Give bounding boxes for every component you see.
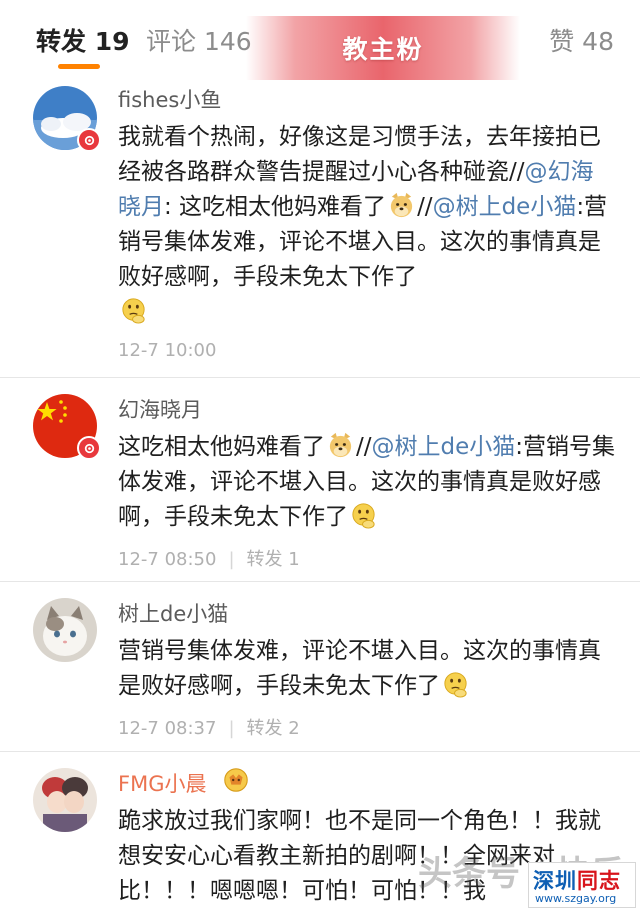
site-logo: 深圳同志 www.szgay.org	[528, 862, 636, 908]
logo-text: 深圳同志	[533, 865, 621, 895]
logo-text-blue: 深圳	[533, 869, 577, 893]
white-cat-avatar[interactable]	[33, 598, 97, 662]
thinking-emoji-icon	[444, 672, 467, 698]
repost-text: 这吃相太他妈难看了 //@树上de小猫:营销号集体发难，评论不堪入目。这次的事情…	[118, 430, 616, 535]
text-segment: 营销号集体发难，评论不堪入目。这次的事情真是败好感啊，手段未免太下作了	[118, 638, 601, 699]
active-tab-indicator	[58, 64, 100, 69]
fan-badge-icon	[224, 768, 248, 792]
tab-reposts[interactable]: 转发 19	[36, 22, 130, 58]
tab-comments[interactable]: 评论 146	[146, 22, 252, 58]
repost-meta: 12-7 10:00	[118, 340, 216, 361]
fan-tag-label: 教主粉	[342, 35, 424, 64]
username[interactable]: fishes小鱼	[118, 84, 221, 114]
mention-link[interactable]: @树上de小猫	[372, 434, 516, 460]
verified-badge-icon	[77, 128, 101, 152]
repost-text: 营销号集体发难，评论不堪入目。这次的事情真是败好感啊，手段未免太下作了	[118, 634, 616, 704]
repost-count-button[interactable]: 转发 1	[247, 549, 300, 570]
repost-text: 我就看个热闹，好像这是习惯手法，去年接拍已经被各路群众警告提醒过小心各种碰瓷//…	[118, 120, 616, 330]
repost-item[interactable]: 幻海晓月 这吃相太他妈难看了 //@树上de小猫:营销号集体发难，评论不堪入目。…	[0, 378, 640, 582]
username[interactable]: 幻海晓月	[118, 394, 202, 424]
meta-divider: |	[228, 549, 235, 570]
text-segment: 这吃相太他妈难看了	[118, 434, 325, 460]
timestamp: 12-7 10:00	[118, 340, 217, 361]
logo-url: www.szgay.org	[535, 892, 617, 905]
text-segment: : 这吃相太他妈难看了	[164, 194, 387, 220]
timestamp: 12-7 08:37	[118, 718, 217, 739]
fan-tag-banner: 教主粉	[246, 16, 520, 80]
repost-meta: 12-7 08:37 | 转发 2	[118, 714, 300, 740]
tab-likes[interactable]: 赞 48	[549, 22, 614, 58]
repost-tabs-bar: 转发 19 评论 146 教主粉 赞 48	[0, 0, 640, 80]
doge-emoji-icon	[390, 192, 413, 218]
repost-item[interactable]: 树上de小猫 营销号集体发难，评论不堪入目。这次的事情真是败好感啊，手段未免太下…	[0, 582, 640, 752]
mention-link[interactable]: @树上de小猫	[433, 194, 577, 220]
username[interactable]: 树上de小猫	[118, 598, 228, 628]
timestamp: 12-7 08:50	[118, 549, 217, 570]
thinking-emoji-icon	[122, 298, 145, 324]
repost-count-button[interactable]: 转发 2	[247, 718, 300, 739]
repost-meta: 12-7 08:50 | 转发 1	[118, 545, 300, 571]
text-segment: //	[356, 434, 372, 460]
username[interactable]: FMG小晨	[118, 768, 206, 798]
doge-emoji-icon	[329, 432, 352, 458]
thinking-emoji-icon	[352, 503, 375, 529]
logo-text-red: 同志	[577, 869, 621, 893]
repost-list: fishes小鱼 我就看个热闹，好像这是习惯手法，去年接拍已经被各路群众警告提醒…	[0, 78, 640, 910]
anime-couple-avatar[interactable]	[33, 768, 97, 832]
repost-item[interactable]: fishes小鱼 我就看个热闹，好像这是习惯手法，去年接拍已经被各路群众警告提醒…	[0, 78, 640, 378]
meta-divider: |	[228, 718, 235, 739]
text-segment: //	[417, 194, 433, 220]
verified-badge-icon	[77, 436, 101, 460]
